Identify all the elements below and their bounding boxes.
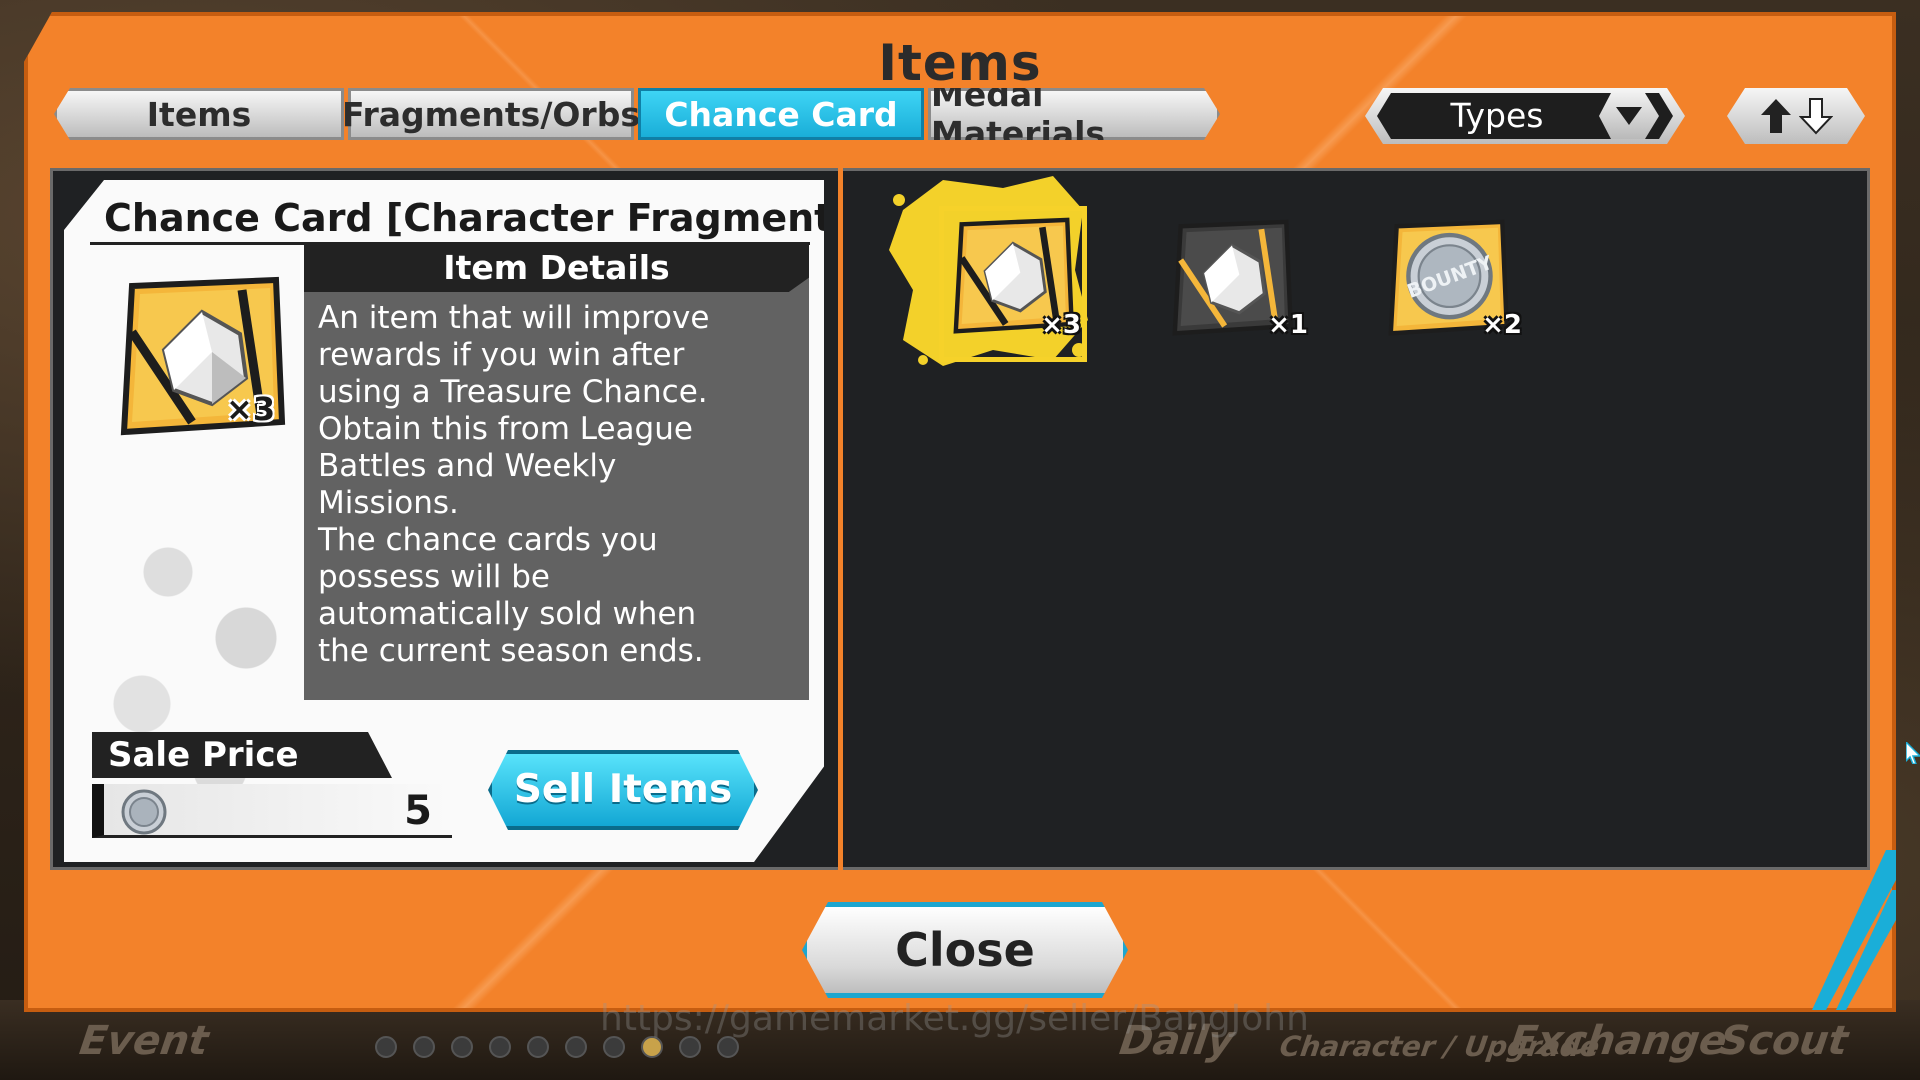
page-dot: [717, 1036, 739, 1058]
grid-item-quantity: ×3: [1041, 310, 1081, 340]
tab-items[interactable]: Items: [54, 88, 344, 140]
page-dot: [413, 1036, 435, 1058]
sell-items-button[interactable]: Sell Items: [488, 750, 758, 830]
mouse-cursor-icon: [1906, 742, 1920, 764]
sort-button[interactable]: [1727, 88, 1865, 144]
chevron-down-icon: [1599, 93, 1659, 139]
page-dot: [375, 1036, 397, 1058]
page-dot: [489, 1036, 511, 1058]
types-dropdown-inner: Types: [1377, 93, 1673, 139]
types-dropdown[interactable]: Types: [1365, 88, 1685, 144]
item-detail-panel: Chance Card [Character Fragment] ×3 Item…: [64, 180, 824, 862]
grid-item-quantity: ×1: [1268, 310, 1308, 340]
sale-price-row: 5: [92, 784, 452, 838]
nav-event[interactable]: Event: [77, 1018, 212, 1064]
item-quantity: ×3: [226, 390, 276, 428]
panel-divider: [838, 168, 843, 870]
bounty-coin-icon: [120, 788, 168, 836]
types-label: Types: [1450, 96, 1544, 135]
arrow-up-icon: [1759, 97, 1793, 135]
tab-fragments-orbs[interactable]: Fragments/Orbs: [342, 88, 640, 140]
grid-item-slot[interactable]: ×1: [1160, 210, 1330, 380]
nav-exchange[interactable]: Exchange: [1507, 1018, 1730, 1064]
page-indicator: [375, 1036, 739, 1058]
page-dot-active: [641, 1036, 663, 1058]
close-button[interactable]: Close: [802, 902, 1128, 998]
sale-price-value: 5: [404, 788, 432, 834]
tab-bar: Items Fragments/Orbs Chance Card Medal M…: [54, 88, 1220, 140]
modal-title: Items: [878, 34, 1042, 92]
watermark: https://gamemarket.gg/seller/BangJohn: [600, 998, 1309, 1039]
tab-medal-materials[interactable]: Medal Materials: [928, 88, 1220, 140]
page-dot: [527, 1036, 549, 1058]
grid-item-slot[interactable]: BOUNTY ×2: [1378, 210, 1548, 380]
nav-scout[interactable]: Scout: [1717, 1018, 1851, 1064]
page-dot: [603, 1036, 625, 1058]
sale-price-label: Sale Price: [92, 732, 392, 778]
item-title: Chance Card [Character Fragment]: [104, 196, 824, 240]
tab-chance-card[interactable]: Chance Card: [638, 88, 924, 140]
corner-stripes-decoration: [1812, 850, 1896, 1010]
item-details-heading: Item Details: [304, 244, 809, 292]
item-details-box: Item Details An item that will improve r…: [304, 244, 809, 700]
page-dot: [451, 1036, 473, 1058]
grid-item-slot[interactable]: ×3: [889, 176, 1088, 366]
arrow-down-icon: [1799, 97, 1833, 135]
page-dot: [565, 1036, 587, 1058]
grid-item-quantity: ×2: [1482, 310, 1522, 340]
item-description: An item that will improve rewards if you…: [318, 300, 710, 669]
page-dot: [679, 1036, 701, 1058]
